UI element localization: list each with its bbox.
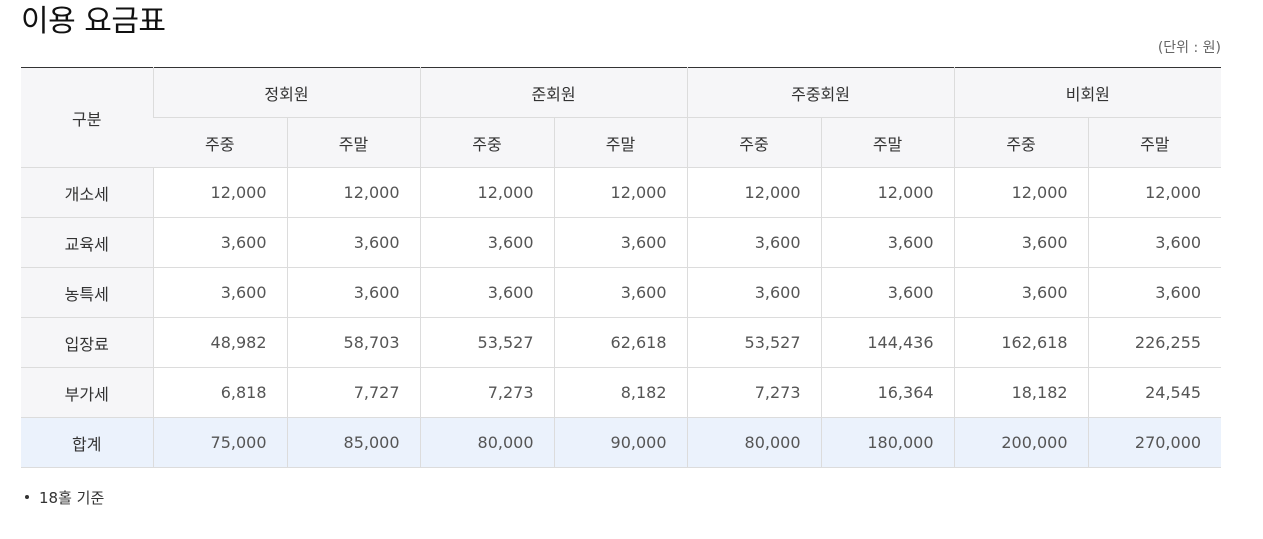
row-label: 농특세 — [21, 267, 153, 318]
sub-header-weekday: 주중 — [953, 117, 1089, 168]
table-cell: 12,000 — [1087, 167, 1222, 218]
row-label: 교육세 — [21, 217, 153, 268]
table-cell: 16,364 — [820, 367, 955, 418]
page-title: 이용 요금표 — [21, 4, 166, 39]
group-header-associate-member: 준회원 — [419, 67, 688, 118]
header-row-days: 주중 주말 주중 주말 주중 주말 주중 주말 — [21, 117, 1222, 168]
table-row: 농특세 3,600 3,600 3,600 3,600 3,600 3,600 … — [21, 267, 1222, 318]
table-cell: 62,618 — [553, 317, 688, 368]
table-cell: 3,600 — [953, 217, 1089, 268]
table-cell: 12,000 — [152, 167, 287, 218]
category-header: 구분 — [21, 67, 153, 168]
sub-header-weekday: 주중 — [686, 117, 822, 168]
total-row: 합계 75,000 85,000 80,000 90,000 80,000 18… — [21, 417, 1222, 468]
table-cell: 180,000 — [820, 417, 955, 468]
table-cell: 18,182 — [953, 367, 1089, 418]
sub-header-weekday: 주중 — [153, 117, 287, 168]
table-cell: 48,982 — [152, 317, 287, 368]
table-cell: 6,818 — [152, 367, 287, 418]
sub-header-weekend: 주말 — [820, 117, 955, 168]
table-cell: 144,436 — [820, 317, 955, 368]
table-cell: 3,600 — [1087, 267, 1222, 318]
group-header-regular-member: 정회원 — [152, 67, 421, 118]
table-cell: 8,182 — [553, 367, 688, 418]
table-cell: 12,000 — [686, 167, 822, 218]
table-cell: 162,618 — [953, 317, 1089, 368]
table-cell: 3,600 — [286, 267, 421, 318]
table-cell: 58,703 — [286, 317, 421, 368]
sub-header-weekend: 주말 — [1087, 117, 1222, 168]
table-cell: 226,255 — [1087, 317, 1222, 368]
row-label: 부가세 — [21, 367, 153, 418]
sub-header-weekday: 주중 — [419, 117, 555, 168]
table-cell: 3,600 — [820, 267, 955, 318]
group-header-non-member: 비회원 — [953, 67, 1222, 118]
table-cell: 75,000 — [152, 417, 287, 468]
unit-label: (단위 : 원) — [1157, 40, 1221, 56]
group-header-weekday-member: 주중회원 — [686, 67, 955, 118]
sub-header-weekend: 주말 — [553, 117, 688, 168]
table-cell: 270,000 — [1087, 417, 1222, 468]
table-row: 입장료 48,982 58,703 53,527 62,618 53,527 1… — [21, 317, 1222, 368]
table-cell: 12,000 — [953, 167, 1089, 218]
table-cell: 12,000 — [286, 167, 421, 218]
table-cell: 3,600 — [953, 267, 1089, 318]
footnote-text: 18홀 기준 — [39, 489, 105, 507]
table-cell: 3,600 — [686, 217, 822, 268]
table-cell: 12,000 — [820, 167, 955, 218]
footnote: 18홀 기준 — [25, 488, 104, 508]
table-cell: 80,000 — [686, 417, 822, 468]
table-cell: 3,600 — [553, 267, 688, 318]
table-cell: 3,600 — [152, 267, 287, 318]
table-body: 개소세 12,000 12,000 12,000 12,000 12,000 1… — [21, 167, 1222, 468]
table-cell: 3,600 — [1087, 217, 1222, 268]
bullet-icon — [25, 494, 29, 499]
row-label: 합계 — [21, 417, 153, 468]
table-cell: 3,600 — [419, 267, 555, 318]
table-cell: 7,273 — [686, 367, 822, 418]
table-cell: 12,000 — [553, 167, 688, 218]
table-cell: 3,600 — [152, 217, 287, 268]
table-cell: 24,545 — [1087, 367, 1222, 418]
table-cell: 85,000 — [286, 417, 421, 468]
row-label: 입장료 — [21, 317, 153, 368]
table-cell: 3,600 — [419, 217, 555, 268]
table-cell: 90,000 — [553, 417, 688, 468]
row-label: 개소세 — [21, 167, 153, 218]
table-cell: 3,600 — [286, 217, 421, 268]
table-cell: 3,600 — [553, 217, 688, 268]
table-cell: 7,727 — [286, 367, 421, 418]
table-cell: 3,600 — [820, 217, 955, 268]
table-cell: 53,527 — [419, 317, 555, 368]
table-cell: 200,000 — [953, 417, 1089, 468]
table-cell: 80,000 — [419, 417, 555, 468]
table-cell: 53,527 — [686, 317, 822, 368]
table-row: 교육세 3,600 3,600 3,600 3,600 3,600 3,600 … — [21, 217, 1222, 268]
table-cell: 3,600 — [686, 267, 822, 318]
table-row: 부가세 6,818 7,727 7,273 8,182 7,273 16,364… — [21, 367, 1222, 418]
table-cell: 12,000 — [419, 167, 555, 218]
table-header: 구분 정회원 준회원 주중회원 비회원 주중 주말 주중 주말 주중 주말 주중… — [21, 67, 1222, 168]
table-cell: 7,273 — [419, 367, 555, 418]
table-row: 개소세 12,000 12,000 12,000 12,000 12,000 1… — [21, 167, 1222, 218]
fee-table: 구분 정회원 준회원 주중회원 비회원 주중 주말 주중 주말 주중 주말 주중… — [21, 67, 1222, 468]
sub-header-weekend: 주말 — [286, 117, 421, 168]
fee-page: 이용 요금표 (단위 : 원) 구분 정회원 준회원 주중회원 비회원 주중 주… — [0, 0, 1263, 539]
header-row-groups: 구분 정회원 준회원 주중회원 비회원 — [21, 67, 1222, 168]
